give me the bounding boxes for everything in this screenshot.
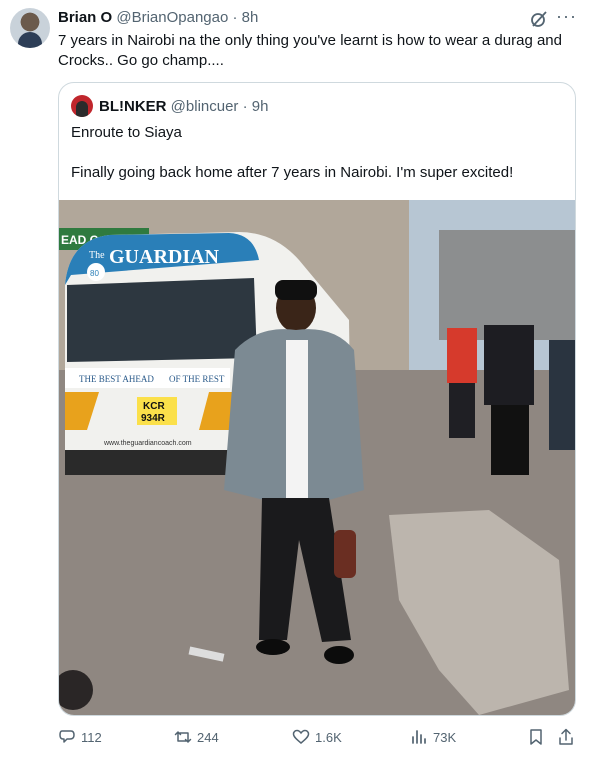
author-avatar[interactable] [10,8,50,48]
photo-subject-bottle [334,530,356,578]
quote-author-avatar[interactable] [71,95,93,117]
action-bar: 112 244 1.6K 73K [0,728,595,752]
tweet-text: 7 years in Nairobi na the only thing you… [58,31,578,71]
tweet-header: Brian O @BrianOpangao · 8h [58,9,258,27]
quote-header: BL!NKER @blincuer · 9h [99,98,268,116]
repost-count: 244 [197,729,219,745]
photo-subject-shoe-right [324,646,354,664]
like-icon [292,729,310,744]
views-button[interactable]: 73K [410,728,456,746]
more-icon[interactable]: ··· [556,6,577,27]
views-count: 73K [433,729,457,745]
photo-van-website: www.theguardiancoach.com [103,440,192,447]
photo-person-black-jacket [484,325,534,405]
photo-van-brand: GUARDIAN [109,246,220,268]
quote-author-handle[interactable]: @blincuer [171,98,239,115]
reply-button[interactable]: 112 [58,728,102,746]
photo-person-right-edge [549,340,575,450]
author-name[interactable]: Brian O [58,9,112,26]
bookmark-icon [530,729,542,745]
tweet-text-line-2: Crocks.. Go go champ.... [58,52,224,69]
quote-photo[interactable]: EAD C The GUARDIAN 80 THE BEST AHEAD OF … [59,200,575,715]
like-button[interactable]: 1.6K [292,728,342,746]
views-icon [412,730,426,744]
photo-person-black-legs [491,405,529,475]
quote-text-line-2: Finally going back home after 7 years in… [71,164,514,181]
share-button[interactable] [557,728,575,746]
tweet-text-line-1: 7 years in Nairobi na the only thing you… [58,32,562,49]
repost-button[interactable]: 244 [174,728,219,746]
quote-separator: · [242,98,248,115]
photo-subject-shirt [286,340,308,500]
photo-van-slogan-right: OF THE REST [169,374,225,384]
photo-van-brand-small: The [89,250,105,261]
photo-van-badge: 80 [90,269,99,278]
photo-van-bumper [65,450,250,475]
grok-icon[interactable] [530,10,548,28]
bookmark-button[interactable] [527,728,545,746]
quote-time[interactable]: 9h [252,98,269,115]
quote-author-name[interactable]: BL!NKER [99,98,167,115]
reply-count: 112 [81,729,102,745]
photo-person-red-jacket [447,328,477,383]
photo-subject-shoe-left [256,639,290,655]
photo-building-right [439,230,575,340]
photo-person-red-legs [449,383,475,438]
photo-subject-durag [275,280,317,300]
repost-icon [174,731,192,743]
photo-van-windshield [67,278,257,362]
photo-plate-line-2: 934R [141,413,166,424]
photo-van-slogan-left: THE BEST AHEAD [79,374,154,384]
author-handle[interactable]: @BrianOpangao [116,9,228,26]
quoted-tweet[interactable]: BL!NKER @blincuer · 9h Enroute to Siaya … [58,82,576,716]
tweet-time[interactable]: 8h [242,9,259,26]
photo-plate-line-1: KCR [143,401,165,412]
header-separator: · [232,9,238,26]
like-count: 1.6K [315,729,342,745]
share-icon [559,728,573,745]
quote-text-line-1: Enroute to Siaya [71,124,182,141]
reply-icon [59,730,75,743]
